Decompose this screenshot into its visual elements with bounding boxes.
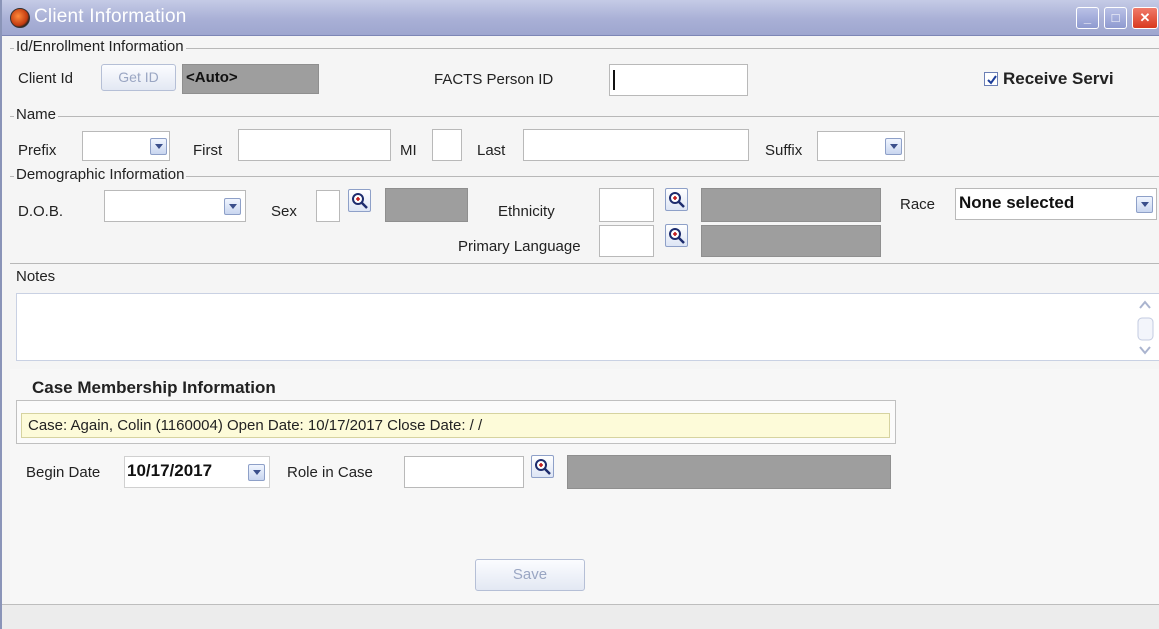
role-description-field: [567, 455, 891, 489]
role-in-case-code-input[interactable]: [404, 456, 524, 488]
scrollbar-arrows-icon: [1137, 300, 1154, 355]
minimize-button[interactable]: _: [1076, 7, 1099, 29]
ethnicity-label: Ethnicity: [498, 203, 555, 220]
notes-scrollbar[interactable]: [1133, 296, 1158, 359]
suffix-select[interactable]: [817, 131, 905, 161]
client-id-label: Client Id: [18, 70, 74, 87]
race-selected-value: None selected: [959, 193, 1075, 212]
client-information-window: Client Information _ □ ✕ Id/Enrollment I…: [0, 0, 1159, 629]
magnifier-icon: [669, 228, 685, 244]
first-label: First: [193, 142, 223, 159]
race-label: Race: [900, 196, 936, 213]
text-cursor: [613, 70, 615, 90]
middle-initial-input[interactable]: [432, 129, 462, 161]
first-name-input[interactable]: [238, 129, 391, 161]
facts-person-id-label: FACTS Person ID: [434, 71, 554, 88]
receive-services-checkbox[interactable]: [984, 72, 998, 86]
demographic-section-legend: Demographic Information: [14, 166, 187, 183]
save-button[interactable]: Save: [475, 559, 585, 591]
chevron-down-icon[interactable]: [885, 138, 902, 155]
ethnicity-lookup-button[interactable]: [665, 188, 688, 211]
primary-language-description-field: [701, 225, 881, 257]
checkmark-icon: [987, 75, 997, 85]
primary-language-code-input[interactable]: [599, 225, 654, 257]
primary-language-lookup-button[interactable]: [665, 224, 688, 247]
notes-section-divider: [10, 263, 1159, 264]
magnifier-icon: [669, 192, 685, 208]
facts-person-id-input[interactable]: [609, 64, 748, 96]
chevron-down-icon[interactable]: [248, 464, 265, 481]
suffix-label: Suffix: [765, 142, 803, 159]
app-logo-icon: [10, 8, 30, 28]
case-membership-heading: Case Membership Information: [32, 378, 276, 397]
receive-services-label: Receive Servi: [1003, 69, 1114, 88]
primary-language-label: Primary Language: [458, 238, 581, 255]
client-id-field: <Auto>: [182, 64, 319, 94]
sex-code-input[interactable]: [316, 190, 340, 222]
name-section-legend: Name: [14, 106, 59, 123]
begin-date-picker[interactable]: 10/17/2017: [124, 456, 270, 488]
notes-section-legend: Notes: [14, 268, 58, 285]
name-section-divider: [10, 116, 1159, 117]
close-button[interactable]: ✕: [1132, 7, 1158, 29]
get-id-button[interactable]: Get ID: [101, 64, 176, 91]
chevron-down-icon[interactable]: [150, 138, 167, 155]
maximize-button[interactable]: □: [1104, 7, 1127, 29]
chevron-down-icon[interactable]: [1136, 196, 1153, 213]
sex-lookup-button[interactable]: [348, 189, 371, 212]
role-in-case-label: Role in Case: [287, 464, 373, 481]
mi-label: MI: [400, 142, 417, 159]
dob-label: D.O.B.: [18, 203, 64, 220]
race-select[interactable]: None selected: [955, 188, 1157, 220]
begin-date-value: 10/17/2017: [127, 461, 213, 480]
chevron-down-icon[interactable]: [224, 198, 241, 215]
prefix-select[interactable]: [82, 131, 170, 161]
last-label: Last: [477, 142, 506, 159]
case-list-item[interactable]: Case: Again, Colin (1160004) Open Date: …: [21, 413, 890, 438]
title-bar: Client Information _ □ ✕: [2, 0, 1159, 36]
magnifier-icon: [352, 193, 368, 209]
magnifier-icon: [535, 459, 551, 475]
window-title: Client Information: [34, 6, 187, 27]
prefix-label: Prefix: [18, 142, 57, 159]
ethnicity-code-input[interactable]: [599, 188, 654, 222]
status-bar: [2, 604, 1159, 629]
sex-description-field: [385, 188, 468, 222]
role-lookup-button[interactable]: [531, 455, 554, 478]
case-details-text: Case: Again, Colin (1160004) Open Date: …: [28, 417, 483, 434]
ethnicity-description-field: [701, 188, 881, 222]
begin-date-label: Begin Date: [26, 464, 101, 481]
dob-date-picker[interactable]: [104, 190, 246, 222]
last-name-input[interactable]: [523, 129, 749, 161]
sex-label: Sex: [271, 203, 297, 220]
client-id-value: <Auto>: [186, 69, 238, 86]
id-section-legend: Id/Enrollment Information: [14, 38, 186, 55]
notes-textarea[interactable]: [16, 293, 1159, 361]
